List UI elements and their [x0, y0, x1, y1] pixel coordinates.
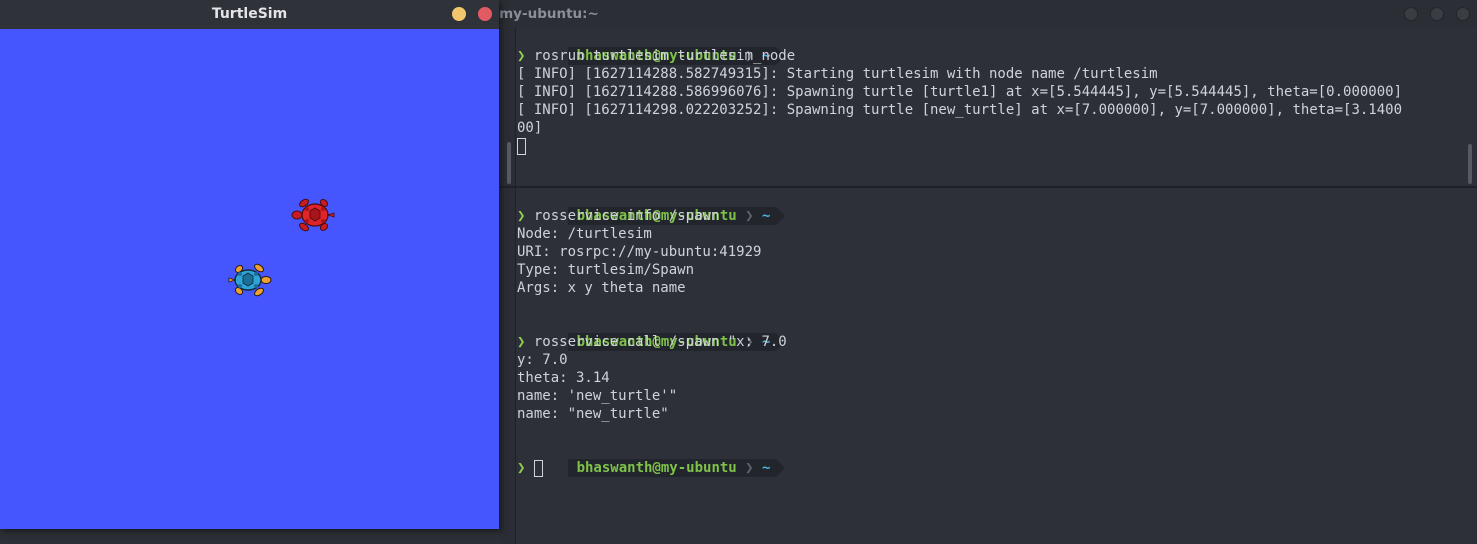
output-line: theta: 3.14 [517, 370, 610, 386]
cursor-line [517, 137, 526, 155]
turtlesim-close-button[interactable] [478, 7, 492, 21]
command-line: ❯ rosrun turtlesim turtlesim_node [517, 47, 795, 65]
prompt-line: bhaswanth@my-ubuntu ❯ ~ [517, 29, 786, 65]
terminal-cursor [517, 138, 526, 155]
turtlesim-minimize-button[interactable] [452, 7, 466, 21]
prompt-dir: ~ [762, 460, 771, 476]
caret-icon: ❯ [517, 460, 526, 476]
command-text: rosrun turtlesim turtlesim_node [533, 48, 796, 64]
prompt-line: bhaswanth@my-ubuntu ❯ ~ [517, 441, 786, 477]
prompt-separator-icon: ❯ [745, 208, 754, 224]
top-pane-scrollbar[interactable] [1468, 144, 1472, 184]
output-line: y: 7.0 [517, 352, 568, 368]
prompt-tip-icon [776, 459, 786, 477]
turtlesim-titlebar[interactable]: TurtleSim [0, 0, 499, 29]
terminal-maximize-button[interactable] [1430, 7, 1444, 21]
terminal-minimize-button[interactable] [1404, 7, 1418, 21]
output-line: Type: turtlesim/Spawn [517, 262, 695, 278]
output-line: [ INFO] [1627114288.582749315]: Starting… [517, 66, 1158, 82]
turtle-turtle1-icon [228, 263, 272, 297]
output-line: name: "new_turtle" [517, 406, 669, 422]
output-line: [ INFO] [1627114298.022203252]: Spawning… [517, 102, 1403, 118]
output-line: 00] [517, 120, 543, 136]
prompt-segment: bhaswanth@my-ubuntu ❯ ~ [567, 459, 777, 477]
turtlesim-window[interactable]: TurtleSim [0, 0, 499, 529]
prompt-user: bhaswanth@my-ubuntu [576, 460, 737, 476]
turtlesim-canvas [0, 29, 499, 529]
command-line: ❯ rosservice info /spawn [517, 207, 719, 225]
output-line: [ INFO] [1627114288.586996076]: Spawning… [517, 84, 1403, 100]
caret-icon: ❯ [517, 208, 526, 224]
terminal-cursor [533, 460, 543, 477]
terminal-pane-top[interactable]: bhaswanth@my-ubuntu ❯ ~ ❯ rosrun turtles… [500, 28, 1477, 186]
prompt-line: bhaswanth@my-ubuntu ❯ ~ [517, 315, 786, 351]
output-line: name: 'new_turtle'" [517, 388, 678, 404]
terminal-body[interactable]: bhaswanth@my-ubuntu ❯ ~ ❯ rosrun turtles… [500, 28, 1477, 544]
prompt-dir: ~ [762, 208, 771, 224]
terminal-pane-bottom[interactable]: bhaswanth@my-ubuntu ❯ ~ ❯ rosservice inf… [500, 188, 1477, 544]
turtle-new-turtle-icon [291, 198, 335, 232]
output-line: URI: rosrpc://my-ubuntu:41929 [517, 244, 762, 260]
prompt-tip-icon [776, 207, 786, 225]
prompt-separator-icon: ❯ [745, 460, 754, 476]
command-text: rosservice call /spawn "x: 7.0 [533, 334, 787, 350]
caret-icon: ❯ [517, 48, 526, 64]
terminal-close-button[interactable] [1456, 7, 1470, 21]
command-text: rosservice info /spawn [533, 208, 720, 224]
active-command-line[interactable]: ❯ [517, 459, 543, 477]
prompt-line: bhaswanth@my-ubuntu ❯ ~ [517, 189, 786, 225]
output-line: Args: x y theta name [517, 280, 686, 296]
caret-icon: ❯ [517, 334, 526, 350]
output-line: Node: /turtlesim [517, 226, 652, 242]
turtlesim-title: TurtleSim [211, 6, 288, 22]
command-line: ❯ rosservice call /spawn "x: 7.0 [517, 333, 787, 351]
